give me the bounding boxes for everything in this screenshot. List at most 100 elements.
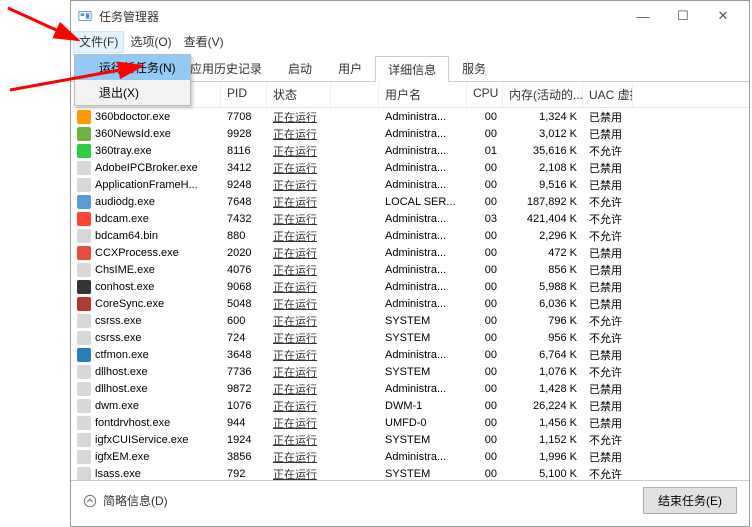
process-name: 360tray.exe — [95, 145, 152, 157]
process-name: dwm.exe — [95, 400, 139, 412]
process-name: ChsIME.exe — [95, 264, 155, 276]
brief-info-button[interactable]: 简略信息(D) — [83, 492, 168, 509]
process-pid: 7648 — [221, 196, 267, 208]
minimize-button[interactable]: — — [623, 2, 663, 30]
process-mem: 35,616 K — [503, 145, 583, 157]
table-row[interactable]: csrss.exe600正在运行SYSTEM00796 K不允许 — [71, 312, 749, 329]
titlebar: 任务管理器 — ☐ ✕ — [71, 1, 749, 31]
process-status: 正在运行 — [273, 265, 317, 277]
process-name: csrss.exe — [95, 315, 141, 327]
process-status: 正在运行 — [273, 112, 317, 124]
table-row[interactable]: ApplicationFrameH...9248正在运行Administra..… — [71, 176, 749, 193]
process-status: 正在运行 — [273, 214, 317, 226]
close-button[interactable]: ✕ — [703, 2, 743, 30]
process-cpu: 03 — [467, 213, 503, 225]
end-task-button[interactable]: 结束任务(E) — [643, 487, 737, 514]
process-name: csrss.exe — [95, 332, 141, 344]
menu-run-new-task[interactable]: 运行新任务(N) — [75, 55, 190, 80]
process-pid: 4076 — [221, 264, 267, 276]
table-row[interactable]: dllhost.exe7736正在运行SYSTEM001,076 K不允许 — [71, 363, 749, 380]
menu-view[interactable]: 查看(V) — [178, 31, 230, 53]
process-user: SYSTEM — [379, 315, 467, 327]
process-pid: 7736 — [221, 366, 267, 378]
process-icon — [77, 314, 91, 328]
table-row[interactable]: ChsIME.exe4076正在运行Administra...00856 K已禁… — [71, 261, 749, 278]
table-row[interactable]: CoreSync.exe5048正在运行Administra...006,036… — [71, 295, 749, 312]
process-pid: 8116 — [221, 145, 267, 157]
process-user: Administra... — [379, 111, 467, 123]
col-uac[interactable]: UAC 虚拟化 — [583, 82, 633, 107]
table-row[interactable]: audiodg.exe7648正在运行LOCAL SER...00187,892… — [71, 193, 749, 210]
process-mem: 856 K — [503, 264, 583, 276]
process-status: 正在运行 — [273, 418, 317, 430]
maximize-button[interactable]: ☐ — [663, 2, 703, 30]
process-name: ctfmon.exe — [95, 349, 149, 361]
table-row[interactable]: bdcam.exe7432正在运行Administra...03421,404 … — [71, 210, 749, 227]
process-user: SYSTEM — [379, 366, 467, 378]
table-row[interactable]: igfxEM.exe3856正在运行Administra...001,996 K… — [71, 448, 749, 465]
table-row[interactable]: fontdrvhost.exe944正在运行UMFD-0001,456 K已禁用 — [71, 414, 749, 431]
process-icon — [77, 161, 91, 175]
menu-exit[interactable]: 退出(X) — [75, 80, 190, 105]
process-icon — [77, 399, 91, 413]
table-row[interactable]: lsass.exe792正在运行SYSTEM005,100 K不允许 — [71, 465, 749, 480]
process-uac: 已禁用 — [583, 296, 633, 312]
process-icon — [77, 127, 91, 141]
tab-apphistory[interactable]: 应用历史记录 — [177, 55, 275, 81]
process-cpu: 00 — [467, 298, 503, 310]
table-row[interactable]: 360bdoctor.exe7708正在运行Administra...001,3… — [71, 108, 749, 125]
process-cpu: 00 — [467, 315, 503, 327]
process-cpu: 00 — [467, 230, 503, 242]
table-row[interactable]: bdcam64.bin880正在运行Administra...002,296 K… — [71, 227, 749, 244]
process-pid: 944 — [221, 417, 267, 429]
table-row[interactable]: AdobeIPCBroker.exe3412正在运行Administra...0… — [71, 159, 749, 176]
process-pid: 5048 — [221, 298, 267, 310]
col-user[interactable]: 用户名 — [379, 82, 467, 107]
table-row[interactable]: igfxCUIService.exe1924正在运行SYSTEM001,152 … — [71, 431, 749, 448]
process-list[interactable]: 名称 PID 状态 用户名 CPU 内存(活动的... UAC 虚拟化 360b… — [71, 82, 749, 480]
tab-startup[interactable]: 启动 — [275, 55, 325, 81]
table-row[interactable]: csrss.exe724正在运行SYSTEM00956 K不允许 — [71, 329, 749, 346]
table-row[interactable]: dwm.exe1076正在运行DWM-10026,224 K已禁用 — [71, 397, 749, 414]
process-user: Administra... — [379, 281, 467, 293]
table-row[interactable]: CCXProcess.exe2020正在运行Administra...00472… — [71, 244, 749, 261]
table-row[interactable]: dllhost.exe9872正在运行Administra...001,428 … — [71, 380, 749, 397]
table-row[interactable]: 360NewsId.exe9928正在运行Administra...003,01… — [71, 125, 749, 142]
process-name: igfxCUIService.exe — [95, 434, 189, 446]
process-uac: 不允许 — [583, 194, 633, 210]
table-row[interactable]: ctfmon.exe3648正在运行Administra...006,764 K… — [71, 346, 749, 363]
process-name: dllhost.exe — [95, 383, 148, 395]
process-status: 正在运行 — [273, 350, 317, 362]
process-user: Administra... — [379, 247, 467, 259]
table-row[interactable]: 360tray.exe8116正在运行Administra...0135,616… — [71, 142, 749, 159]
col-blank — [331, 82, 379, 107]
process-name: audiodg.exe — [95, 196, 155, 208]
process-icon — [77, 382, 91, 396]
process-uac: 已禁用 — [583, 347, 633, 363]
process-icon — [77, 416, 91, 430]
menu-file[interactable]: 文件(F) — [73, 31, 124, 53]
menu-options[interactable]: 选项(O) — [124, 31, 177, 53]
process-status: 正在运行 — [273, 333, 317, 345]
process-icon — [77, 433, 91, 447]
process-mem: 956 K — [503, 332, 583, 344]
col-status[interactable]: 状态 — [267, 82, 331, 107]
col-pid[interactable]: PID — [221, 82, 267, 107]
process-mem: 1,324 K — [503, 111, 583, 123]
process-pid: 1924 — [221, 434, 267, 446]
tab-details[interactable]: 详细信息 — [375, 56, 449, 82]
process-cpu: 00 — [467, 247, 503, 259]
process-uac: 不允许 — [583, 313, 633, 329]
process-cpu: 00 — [467, 196, 503, 208]
table-row[interactable]: conhost.exe9068正在运行Administra...005,988 … — [71, 278, 749, 295]
tab-users[interactable]: 用户 — [325, 55, 375, 81]
col-mem[interactable]: 内存(活动的... — [503, 82, 583, 107]
process-icon — [77, 195, 91, 209]
process-name: bdcam.exe — [95, 213, 149, 225]
col-cpu[interactable]: CPU — [467, 82, 503, 107]
process-mem: 9,516 K — [503, 179, 583, 191]
process-status: 正在运行 — [273, 129, 317, 141]
process-uac: 不允许 — [583, 228, 633, 244]
process-uac: 不允许 — [583, 143, 633, 159]
tab-services[interactable]: 服务 — [449, 55, 499, 81]
